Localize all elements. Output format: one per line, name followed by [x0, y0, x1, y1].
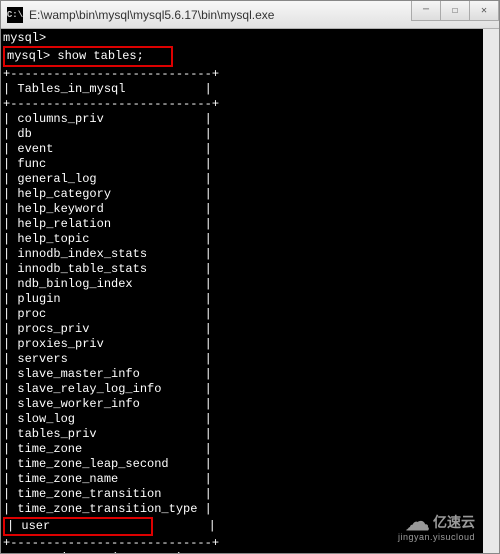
table-row: | slave_relay_log_info | [3, 382, 483, 397]
table-row: | general_log | [3, 172, 483, 187]
table-border: +----------------------------+ [3, 97, 483, 112]
watermark-subtext: jingyan.yisucloud [398, 530, 475, 545]
table-header: | Tables_in_mysql | [3, 82, 483, 97]
table-row: | event | [3, 142, 483, 157]
table-row: | servers | [3, 352, 483, 367]
user-row-text: | user | [7, 519, 216, 533]
scroll-up-button[interactable]: ▲ [484, 29, 499, 45]
table-row: | time_zone_transition | [3, 487, 483, 502]
table-row: | ndb_binlog_index | [3, 277, 483, 292]
app-window: C:\ E:\wamp\bin\mysql\mysql5.6.17\bin\my… [0, 0, 500, 554]
table-row: | slave_worker_info | [3, 397, 483, 412]
table-row: | slave_master_info | [3, 367, 483, 382]
maximize-button[interactable]: ☐ [440, 1, 470, 21]
table-row: | procs_priv | [3, 322, 483, 337]
command-text: mysql> show tables; [7, 49, 144, 63]
prompt-line: mysql> [3, 31, 483, 46]
table-row: | db | [3, 127, 483, 142]
table-row: | help_category | [3, 187, 483, 202]
table-row: | columns_priv | [3, 112, 483, 127]
table-row: | proxies_priv | [3, 337, 483, 352]
minimize-button[interactable]: ─ [411, 1, 441, 21]
table-row: | func | [3, 157, 483, 172]
highlighted-user-row: | user | [3, 517, 153, 536]
table-row: | help_keyword | [3, 202, 483, 217]
table-row: | time_zone | [3, 442, 483, 457]
watermark-brand: 亿速云 [433, 515, 475, 530]
watermark: ☁ 亿速云 jingyan.yisucloud [398, 515, 475, 545]
table-row: | time_zone_name | [3, 472, 483, 487]
table-row: | innodb_index_stats | [3, 247, 483, 262]
titlebar[interactable]: C:\ E:\wamp\bin\mysql\mysql5.6.17\bin\my… [1, 1, 499, 29]
vertical-scrollbar[interactable]: ▲ ▼ [483, 29, 499, 553]
table-row: | time_zone_leap_second | [3, 457, 483, 472]
window-controls: ─ ☐ ✕ [412, 1, 499, 21]
table-row: | proc | [3, 307, 483, 322]
highlighted-command: mysql> show tables; [3, 46, 173, 67]
close-button[interactable]: ✕ [469, 1, 499, 21]
app-icon: C:\ [7, 7, 23, 23]
scroll-down-button[interactable]: ▼ [484, 537, 499, 553]
table-row: | tables_priv | [3, 427, 483, 442]
table-row: | help_topic | [3, 232, 483, 247]
table-border: +----------------------------+ [3, 67, 483, 82]
table-row: | help_relation | [3, 217, 483, 232]
terminal-area[interactable]: mysql> mysql> show tables; +------------… [1, 29, 499, 553]
table-row: | innodb_table_stats | [3, 262, 483, 277]
table-row: | plugin | [3, 292, 483, 307]
table-row: | slow_log | [3, 412, 483, 427]
watermark-cloud-icon: ☁ [406, 515, 430, 530]
result-summary: 28 rows in set (0.00 sec) [3, 551, 483, 553]
